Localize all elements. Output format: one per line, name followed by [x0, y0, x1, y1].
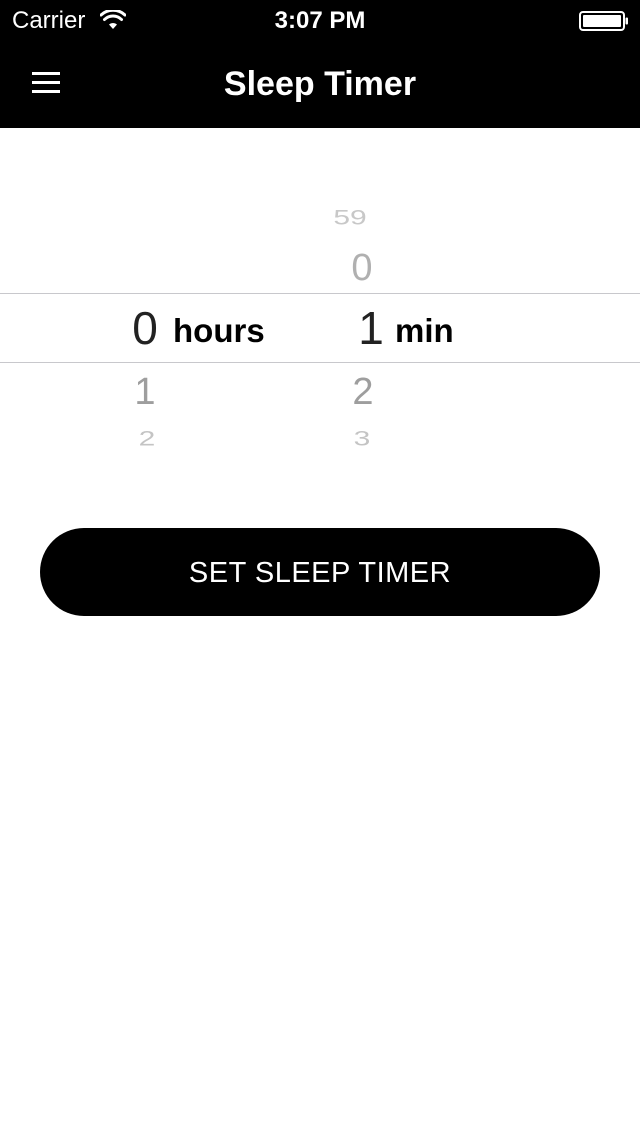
hours-unit-label: hours	[173, 312, 265, 349]
picker-divider-top	[0, 293, 640, 294]
minutes-option[interactable]: 2	[333, 372, 393, 412]
minutes-option[interactable]: 59	[320, 207, 380, 228]
minutes-unit-label: min	[395, 312, 454, 349]
set-sleep-timer-button[interactable]: SET SLEEP TIMER	[40, 528, 600, 616]
picker-divider-bottom	[0, 362, 640, 363]
top-bar: Carrier 3:07 PM Sleep Timer	[0, 0, 640, 128]
status-time: 3:07 PM	[274, 7, 366, 34]
minutes-option[interactable]: 3	[332, 428, 392, 449]
hours-option[interactable]: 1	[115, 372, 175, 412]
minutes-selected-value[interactable]: 1	[341, 303, 401, 353]
duration-picker[interactable]: 0 hours 1 2 59 0 1 min 2 3	[0, 160, 640, 460]
page-title: Sleep Timer	[223, 65, 417, 103]
minutes-option[interactable]: 0	[332, 248, 392, 288]
sleep-timer-screen: Carrier 3:07 PM Sleep Timer 0 hours 1 2	[0, 0, 640, 1136]
battery-icon	[579, 11, 628, 31]
hours-selected-value[interactable]: 0	[115, 303, 175, 353]
hours-option[interactable]: 2	[117, 428, 177, 449]
